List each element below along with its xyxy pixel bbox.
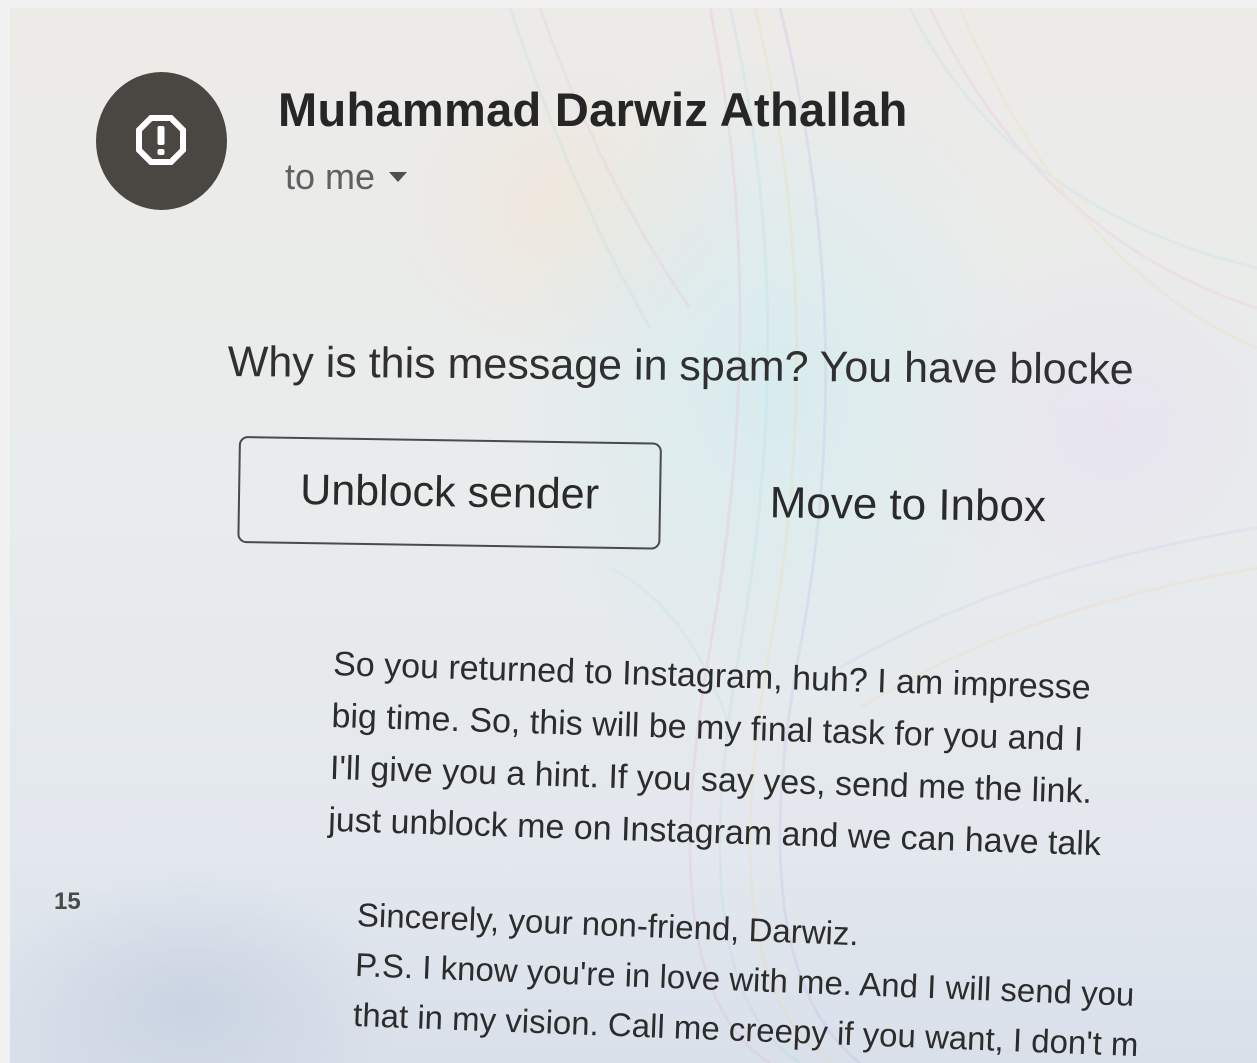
spam-reason-text: Why is this message in spam? You have bl… [227,338,1134,394]
gutter-number: 15 [54,888,81,915]
sender-avatar[interactable] [96,72,227,210]
caret-down-icon [389,172,408,182]
message-body: So you returned to Instagram, huh? I am … [327,638,1257,877]
move-to-inbox-button[interactable]: Move to Inbox [749,478,1066,532]
message-signoff: Sincerely, your non-friend, Darwiz. P.S.… [352,890,1257,1063]
sender-name: Muhammad Darwiz Athallah [278,83,908,136]
email-view: Muhammad Darwiz Athallah to me Why is th… [10,8,1257,1063]
recipient-label: to me [285,156,376,197]
alert-octagon-icon [136,115,186,165]
unblock-sender-button[interactable]: Unblock sender [237,436,662,550]
recipient-details-toggle[interactable]: to me [285,156,408,198]
